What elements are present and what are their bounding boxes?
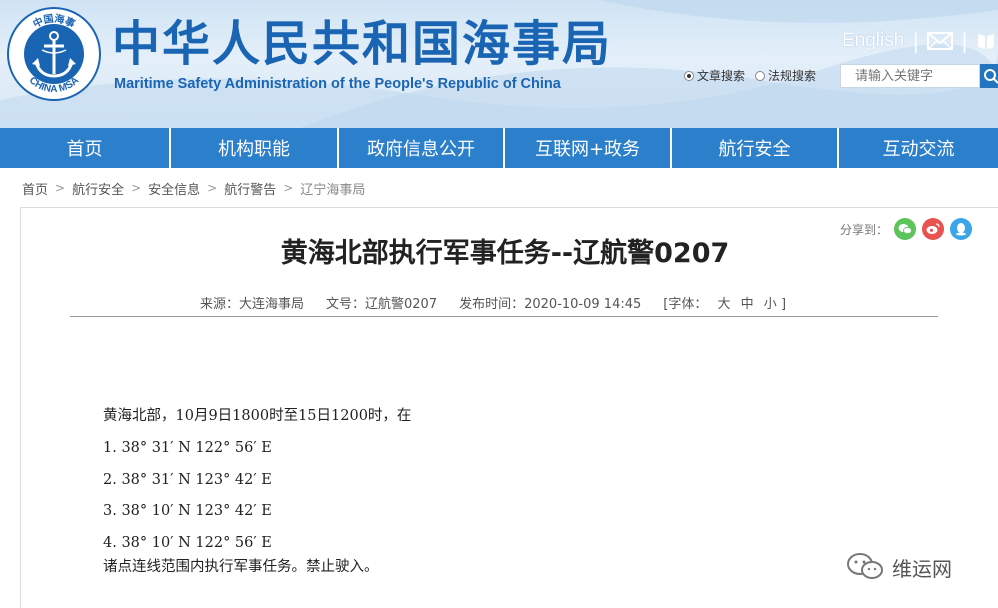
main-nav: 首页 机构职能 政府信息公开 互联网+政务 航行安全 互动交流 [0, 128, 998, 168]
font-size-label: [字体： [663, 296, 708, 312]
nav-item-gov-info[interactable]: 政府信息公开 [339, 128, 505, 168]
search-option-article[interactable]: 文章搜索 [684, 67, 745, 84]
site-header: 中国海事 CHINA MSA 中华人民共和国海事局 Maritime Safet… [0, 0, 998, 128]
site-title-en: Maritime Safety Administration of the Pe… [114, 76, 561, 92]
wechat-watermark-icon [847, 553, 883, 579]
font-size-close: ] [780, 296, 787, 312]
search-option-regulation-label: 法规搜索 [768, 69, 817, 83]
article-doc-number: 文号：辽航警0207 [326, 296, 438, 312]
watermark: 维运网 [846, 549, 952, 585]
breadcrumb-separator: > [131, 181, 142, 195]
nav-item-functions[interactable]: 机构职能 [171, 128, 339, 168]
search-type-options: 文章搜索 法规搜索 [684, 67, 826, 84]
search-option-article-label: 文章搜索 [697, 69, 746, 83]
breadcrumb-navigation-safety[interactable]: 航行安全 [72, 179, 124, 198]
site-title-cn: 中华人民共和国海事局 [112, 16, 613, 72]
font-size-large[interactable]: 大 [717, 297, 730, 312]
font-size-small[interactable]: 小 [764, 297, 777, 312]
msa-logo-icon[interactable]: 中国海事 CHINA MSA [6, 6, 102, 102]
search-button[interactable] [980, 64, 998, 88]
search-input[interactable] [840, 64, 980, 88]
top-links: English | | [842, 28, 996, 54]
article-title: 黄海北部执行军事任务--辽航警0207 [280, 238, 730, 269]
radio-article[interactable] [684, 70, 694, 81]
nav-item-home[interactable]: 首页 [0, 128, 171, 168]
article-meta: 来源：大连海事局 文号：辽航警0207 发布时间：2020-10-09 14:4… [200, 292, 808, 312]
font-size-medium[interactable]: 中 [741, 297, 754, 312]
search-option-regulation[interactable]: 法规搜索 [755, 67, 816, 84]
article-source: 来源：大连海事局 [200, 296, 305, 312]
book-icon[interactable] [976, 31, 996, 51]
coordinate-point-2: 2. 38° 31′ N 123° 42′ E [103, 471, 272, 488]
breadcrumb-separator: > [283, 181, 294, 195]
article-body: 黄海北部，10月9日1800时至15日1200时，在 1. 38° 31′ N … [103, 406, 411, 577]
title-divider [70, 316, 938, 317]
breadcrumb-nav-warning[interactable]: 航行警告 [224, 179, 276, 198]
nav-item-interaction[interactable]: 互动交流 [839, 128, 998, 168]
breadcrumb-separator: > [207, 181, 218, 195]
coordinate-point-1: 1. 38° 31′ N 122° 56′ E [103, 440, 272, 456]
top-link-separator: | [912, 29, 920, 53]
font-size-control: [字体： 大 中 小 ] [663, 293, 786, 312]
top-link-separator: | [961, 29, 968, 53]
breadcrumb-liaoning-msa[interactable]: 辽宁海事局 [300, 179, 365, 198]
nav-item-internet-gov[interactable]: 互联网+政务 [505, 128, 672, 168]
article-publish-time: 发布时间：2020-10-09 14:45 [459, 296, 642, 312]
watermark-text: 维运网 [892, 556, 952, 581]
article-closing: 诸点连线范围内执行军事任务。禁止驶入。 [103, 558, 379, 575]
english-link[interactable]: English [842, 30, 904, 52]
breadcrumb-separator: > [55, 181, 66, 195]
breadcrumb-home[interactable]: 首页 [22, 179, 48, 198]
article-intro: 黄海北部，10月9日1800时至15日1200时，在 [103, 408, 412, 424]
coordinate-point-3: 3. 38° 10′ N 123° 42′ E [103, 503, 272, 519]
coordinate-point-4: 4. 38° 10′ N 122° 56′ E [103, 534, 272, 551]
radio-regulation[interactable] [755, 70, 766, 81]
mail-icon[interactable] [927, 31, 954, 51]
search-icon [984, 69, 998, 84]
nav-item-navigation-safety[interactable]: 航行安全 [672, 128, 839, 168]
breadcrumb-safety-info[interactable]: 安全信息 [148, 179, 200, 198]
breadcrumb: 首页 > 航行安全 > 安全信息 > 航行警告 > 辽宁海事局 [22, 178, 365, 198]
